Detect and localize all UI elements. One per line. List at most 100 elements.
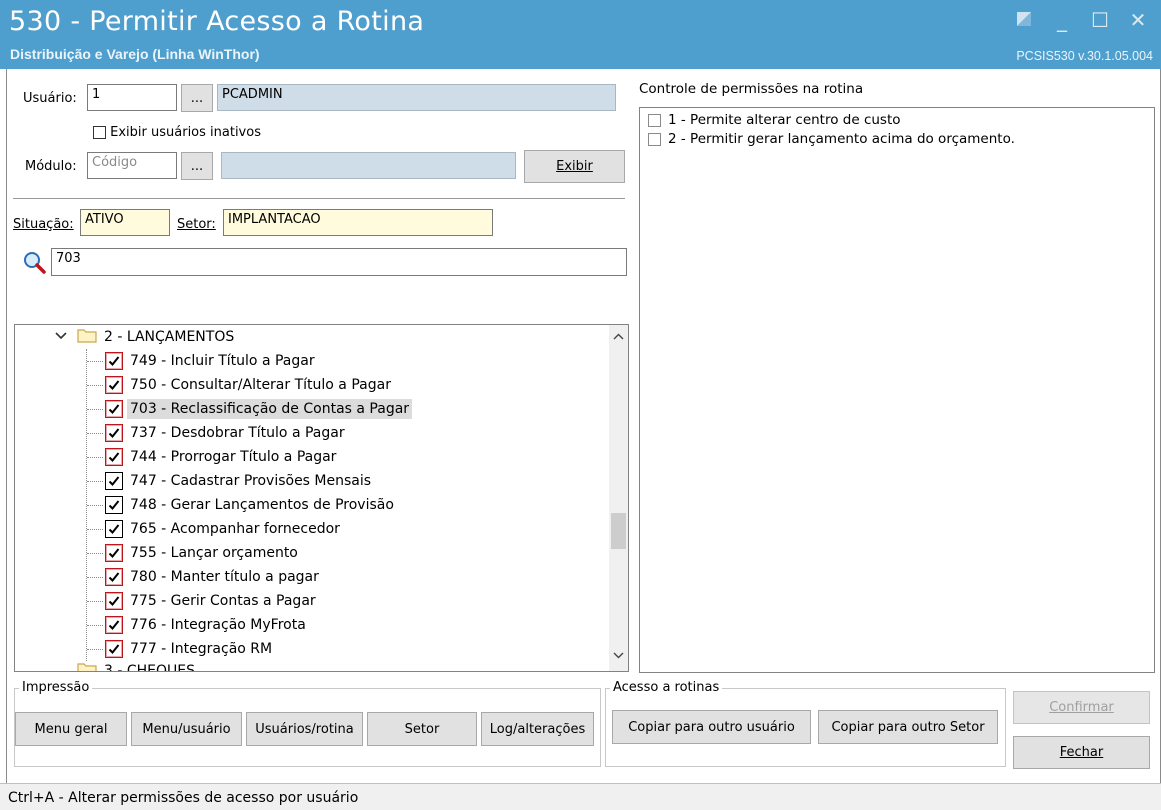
version-label: PCSIS530 v.30.1.05.004 xyxy=(1016,49,1153,63)
show-button-label: Exibir xyxy=(556,159,593,174)
tree-item-label: 765 - Acompanhar fornecedor xyxy=(130,521,340,537)
tree-item[interactable]: 737 - Desdobrar Título a Pagar xyxy=(105,421,345,445)
situation-label: Situação: xyxy=(13,217,74,232)
tree-item[interactable]: 755 - Lançar orçamento xyxy=(105,541,298,565)
confirm-button[interactable]: Confirmar xyxy=(1013,691,1150,724)
access-group: Acesso a rotinas Copiar para outro usuár… xyxy=(605,680,1006,767)
tree-item-checkbox[interactable] xyxy=(105,424,123,442)
scroll-down-icon[interactable] xyxy=(613,651,624,659)
main-area: Usuário: 1 ... PCADMIN Exibir usuários i… xyxy=(6,69,1161,783)
permission-checkbox[interactable] xyxy=(648,113,661,127)
tree-item-checkbox[interactable] xyxy=(105,472,123,490)
tree-item-label: 748 - Gerar Lançamentos de Provisão xyxy=(130,497,394,513)
sector-label: Setor: xyxy=(177,217,216,232)
situation-field: ATIVO xyxy=(80,209,170,236)
tree-item[interactable]: 749 - Incluir Título a Pagar xyxy=(105,349,315,373)
permission-label: 1 - Permite alterar centro de custo xyxy=(668,112,901,128)
scroll-thumb[interactable] xyxy=(611,513,626,549)
user-name-field: PCADMIN xyxy=(217,84,616,111)
folder-icon xyxy=(77,661,97,671)
print-group-title: Impressão xyxy=(19,680,93,695)
menu-user-button[interactable]: Menu/usuário xyxy=(131,712,242,746)
tree-item[interactable]: 765 - Acompanhar fornecedor xyxy=(105,517,340,541)
tree-item[interactable]: 744 - Prorrogar Título a Pagar xyxy=(105,445,336,469)
access-group-title: Acesso a rotinas xyxy=(610,680,723,695)
sector-field: IMPLANTACAO xyxy=(223,209,493,236)
divider xyxy=(13,198,625,199)
tree-item[interactable]: 747 - Cadastrar Provisões Mensais xyxy=(105,469,371,493)
permission-checkbox[interactable] xyxy=(648,132,661,146)
show-inactive-box[interactable] xyxy=(93,126,106,139)
print-group: Impressão Menu geral Menu/usuário Usuários… xyxy=(14,680,601,767)
tree-item[interactable]: 703 - Reclassificação de Contas a Pagar xyxy=(105,397,413,421)
window-subtitle: Distribuição e Varejo (Linha WinThor) xyxy=(10,46,260,62)
tree-item-checkbox[interactable] xyxy=(105,448,123,466)
tree-next-group-row[interactable]: 3 - CHEQUES xyxy=(55,659,196,672)
tree-item-checkbox[interactable] xyxy=(105,520,123,538)
title-bar: 530 - Permitir Acesso a Rotina Distribui… xyxy=(0,0,1161,69)
tree-group-label: 2 - LANÇAMENTOS xyxy=(104,329,235,345)
tree-item-label: 755 - Lançar orçamento xyxy=(130,545,298,561)
tree-item-checkbox[interactable] xyxy=(105,400,123,418)
sector-label-text: Setor: xyxy=(177,217,216,232)
menu-general-button[interactable]: Menu geral xyxy=(15,712,127,746)
situation-label-text: Situação: xyxy=(13,217,74,232)
tree-item[interactable]: 777 - Integração RM xyxy=(105,637,272,661)
maximize-icon[interactable]: ☐ xyxy=(1089,8,1111,32)
close-button[interactable]: Fechar xyxy=(1013,736,1150,769)
tree-item[interactable]: 780 - Manter título a pagar xyxy=(105,565,319,589)
window-controls: _ ☐ ✕ xyxy=(1013,8,1149,32)
tree-scrollbar[interactable] xyxy=(609,325,628,671)
search-input[interactable]: 703 xyxy=(51,248,627,276)
copy-to-user-button[interactable]: Copiar para outro usuário xyxy=(612,710,811,744)
user-code-field[interactable]: 1 xyxy=(87,84,177,111)
tree-item[interactable]: 748 - Gerar Lançamentos de Provisão xyxy=(105,493,394,517)
permissions-list: 1 - Permite alterar centro de custo 2 - P… xyxy=(639,107,1155,673)
confirm-button-label: Confirmar xyxy=(1049,700,1114,715)
tree-item-checkbox[interactable] xyxy=(105,616,123,634)
show-inactive-label: Exibir usuários inativos xyxy=(110,125,261,140)
permission-item[interactable]: 2 - Permitir gerar lançamento acima do o… xyxy=(648,131,1015,147)
module-code-field[interactable]: Código xyxy=(87,152,177,179)
chevron-down-icon[interactable] xyxy=(55,329,67,345)
users-routine-button[interactable]: Usuários/rotina xyxy=(246,712,363,746)
tree-item-label: 747 - Cadastrar Provisões Mensais xyxy=(130,473,372,489)
tree-item-label: 744 - Prorrogar Título a Pagar xyxy=(130,449,337,465)
tree-item-checkbox[interactable] xyxy=(105,544,123,562)
show-inactive-checkbox[interactable]: Exibir usuários inativos xyxy=(93,125,261,140)
tree-item-checkbox[interactable] xyxy=(105,496,123,514)
tree-item-checkbox[interactable] xyxy=(105,592,123,610)
window-title: 530 - Permitir Acesso a Rotina xyxy=(9,6,425,37)
minimize-icon[interactable]: _ xyxy=(1051,8,1073,32)
tree-item-label: 749 - Incluir Título a Pagar xyxy=(130,353,315,369)
search-icon[interactable] xyxy=(23,251,47,279)
module-label: Módulo: xyxy=(25,159,77,174)
routine-tree: 2 - LANÇAMENTOS 749 - Incluir Título a P… xyxy=(14,324,629,672)
tree-item-checkbox[interactable] xyxy=(105,568,123,586)
permissions-title: Controle de permissões na rotina xyxy=(639,81,864,97)
permission-item[interactable]: 1 - Permite alterar centro de custo xyxy=(648,112,901,128)
close-button-label: Fechar xyxy=(1059,745,1104,760)
tree-item-label: 776 - Integração MyFrota xyxy=(130,617,306,633)
status-bar: Ctrl+A - Alterar permissões de acesso po… xyxy=(0,783,1161,810)
module-lookup-button[interactable]: ... xyxy=(181,152,213,180)
restore-icon[interactable] xyxy=(1013,8,1035,32)
tree-item[interactable]: 776 - Integração MyFrota xyxy=(105,613,306,637)
close-icon[interactable]: ✕ xyxy=(1127,8,1149,32)
tree-item-checkbox[interactable] xyxy=(105,352,123,370)
sector-button[interactable]: Setor xyxy=(367,712,477,746)
copy-to-sector-button[interactable]: Copiar para outro Setor xyxy=(818,710,998,744)
show-button[interactable]: Exibir xyxy=(524,150,625,183)
user-lookup-button[interactable]: ... xyxy=(181,84,213,112)
user-label: Usuário: xyxy=(23,91,77,106)
tree-group-row[interactable]: 2 - LANÇAMENTOS xyxy=(55,325,234,349)
tree-item-label: 780 - Manter título a pagar xyxy=(130,569,319,585)
tree-item-label: 777 - Integração RM xyxy=(130,641,273,657)
tree-item-checkbox[interactable] xyxy=(105,640,123,658)
scroll-up-icon[interactable] xyxy=(613,333,624,341)
tree-item[interactable]: 750 - Consultar/Alterar Título a Pagar xyxy=(105,373,391,397)
tree-item-checkbox[interactable] xyxy=(105,376,123,394)
tree-item[interactable]: 775 - Gerir Contas a Pagar xyxy=(105,589,316,613)
tree-next-group-label: 3 - CHEQUES xyxy=(104,663,196,672)
log-changes-button[interactable]: Log/alterações xyxy=(481,712,594,746)
